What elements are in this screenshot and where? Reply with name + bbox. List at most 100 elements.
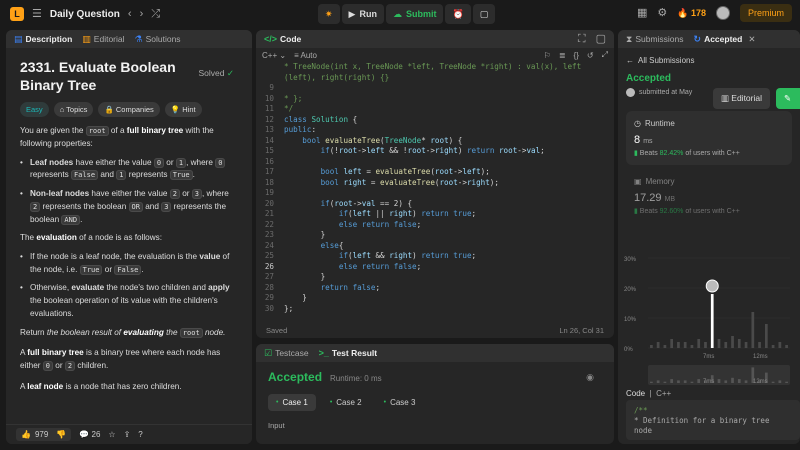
submit-button[interactable]: ☁ Submit: [385, 4, 444, 24]
tab-editorial[interactable]: ▥ Editorial: [82, 34, 124, 45]
share-icon[interactable]: ⇪: [124, 430, 131, 439]
language-select[interactable]: C++ ⌄: [262, 51, 286, 60]
comments-button[interactable]: 💬 26: [79, 430, 100, 439]
tab-solutions[interactable]: ⚗ Solutions: [135, 34, 181, 45]
expand-icon[interactable]: ⛶: [578, 33, 586, 45]
grid-icon[interactable]: ▦: [637, 7, 647, 19]
streak-counter[interactable]: 🔥 178: [677, 8, 706, 19]
next-problem-icon[interactable]: ›: [140, 8, 144, 20]
notes-button[interactable]: ▢: [472, 4, 496, 24]
tab-label: Testcase: [275, 348, 309, 358]
solution-button[interactable]: ✎: [776, 88, 800, 109]
editorial-button[interactable]: ▥ Editorial: [712, 88, 770, 109]
tab-accepted[interactable]: ↻ Accepted ✕: [694, 34, 756, 45]
document-icon: ▤: [14, 33, 23, 44]
streak-value: 178: [690, 7, 706, 18]
code-line: 12 class Solution {: [264, 114, 358, 124]
y-tick-label: 0%: [624, 347, 633, 353]
submission-status: Accepted: [626, 73, 672, 84]
code-icon: </>: [264, 34, 278, 44]
mini-bar: [771, 381, 775, 383]
prev-problem-icon[interactable]: ‹: [128, 8, 132, 20]
chip-icon: ▣: [634, 177, 642, 186]
dot-icon: •: [329, 399, 333, 406]
description-text: A full binary tree is a binary tree wher…: [20, 348, 221, 371]
case-1-tab[interactable]: • Case 1: [268, 394, 316, 411]
problem-title[interactable]: 2331. Evaluate Boolean Binary Tree: [20, 58, 190, 94]
code-editor[interactable]: * TreeNode(int x, TreeNode *left, TreeNo…: [256, 62, 614, 314]
eye-icon[interactable]: ◉: [586, 372, 594, 383]
star-icon[interactable]: ☆: [108, 430, 115, 439]
braces-icon[interactable]: {}: [574, 51, 579, 60]
timer-button[interactable]: ⏰: [445, 4, 471, 24]
thumbs-down-icon: 👎: [56, 430, 67, 439]
all-submissions-link[interactable]: ← All Submissions: [626, 56, 792, 65]
debug-button[interactable]: ✷: [318, 4, 340, 24]
code-line: 25 if(left && right) return true;: [264, 251, 477, 260]
solved-status: Solved ✓: [199, 68, 235, 79]
fullscreen-icon[interactable]: ⤢: [602, 50, 608, 60]
tab-testcase[interactable]: ☑ Testcase: [264, 348, 309, 359]
check-circle-icon: ✓: [226, 68, 234, 78]
avatar: [626, 88, 635, 97]
run-button[interactable]: ▶ Run: [341, 4, 384, 24]
tab-submissions[interactable]: ⧗ Submissions: [626, 34, 684, 45]
memory-card[interactable]: ▣ Memory 17.29 MB ▮ Beats 92.60% of users…: [626, 169, 792, 223]
leetcode-logo[interactable]: L: [10, 7, 24, 21]
help-icon[interactable]: ?: [138, 430, 142, 439]
avatar[interactable]: [715, 6, 730, 20]
shuffle-icon[interactable]: ⤮: [151, 8, 160, 20]
case-3-tab[interactable]: • Case 3: [376, 394, 424, 411]
topics-tag[interactable]: ⌂ Topics: [53, 102, 94, 118]
code-line: 22 else return false;: [264, 219, 422, 229]
distribution-bar: [704, 342, 707, 348]
tab-description[interactable]: ▤ Description: [14, 34, 72, 45]
code-language-bar: Code | C++: [626, 389, 672, 398]
code-line: 19: [264, 188, 274, 197]
distribution-bar: [731, 336, 734, 348]
maximize-icon[interactable]: ▢: [596, 33, 606, 45]
tab-label: Test Result: [331, 348, 378, 358]
terminal-icon: >_: [318, 348, 329, 358]
tab-code[interactable]: </> Code: [264, 34, 301, 44]
like-button[interactable]: 👍 979 👎: [16, 428, 72, 441]
code-line: * TreeNode(int x, TreeNode *left, TreeNo…: [284, 62, 582, 82]
memory-title: ▣ Memory: [634, 177, 784, 186]
code-line: 28 return false;: [264, 282, 381, 292]
user-marker: [705, 279, 719, 293]
runtime-distribution-chart[interactable]: 30% 20% 10% 0% 7ms 12ms 7ms 12ms: [622, 248, 796, 398]
premium-button[interactable]: Premium: [739, 4, 792, 22]
bookmark-icon[interactable]: ⚐: [544, 51, 551, 60]
list-item: If the node is a leaf node, the evaluati…: [20, 251, 238, 276]
flask-icon: ⚗: [134, 33, 143, 44]
back-label: All Submissions: [638, 56, 695, 65]
list-icon[interactable]: ☰: [32, 8, 42, 20]
submit-label: Submit: [405, 9, 437, 19]
format-icon[interactable]: ≣: [559, 51, 566, 60]
y-tick-label: 10%: [624, 317, 637, 323]
memory-number: 17.29: [634, 192, 662, 204]
case-2-tab[interactable]: • Case 2: [322, 394, 370, 411]
mini-bar: [724, 380, 728, 383]
hint-tag[interactable]: 💡 Hint: [164, 102, 202, 118]
code-line: 23 }: [264, 230, 326, 239]
cloud-upload-icon: ☁: [392, 8, 402, 19]
code-line: 21 if(left || right) return true;: [264, 209, 477, 218]
close-icon[interactable]: ✕: [748, 34, 755, 45]
submitted-code-preview[interactable]: /** * Definition for a binary tree node: [626, 400, 800, 440]
note-icon: ▢: [479, 8, 489, 19]
code-line: 15 if (! root -> left && ! root -> right) retur…: [264, 146, 545, 155]
auto-mode[interactable]: ≡ Auto: [294, 51, 317, 60]
runtime-card[interactable]: ◷ Runtime 8 ms ▮ Beats 82.42% of users wi…: [626, 111, 792, 165]
problem-list-title[interactable]: Daily Question: [50, 9, 120, 20]
tab-test-result[interactable]: >_ Test Result: [319, 348, 377, 358]
reset-icon[interactable]: ↺: [587, 51, 594, 60]
x-tick-label: 7ms: [703, 354, 714, 360]
case-tabs: • Case 1 • Case 2 • Case 3: [268, 394, 602, 411]
book-icon: ▥: [82, 33, 91, 44]
like-count: 979: [34, 430, 49, 439]
gear-icon[interactable]: ⚙: [657, 7, 667, 19]
companies-tag[interactable]: 🔒 Companies: [98, 102, 160, 118]
submitted-text: submitted at May: [639, 89, 693, 96]
code-line: 17 bool left = evaluateTree(root -> left);: [264, 167, 490, 176]
